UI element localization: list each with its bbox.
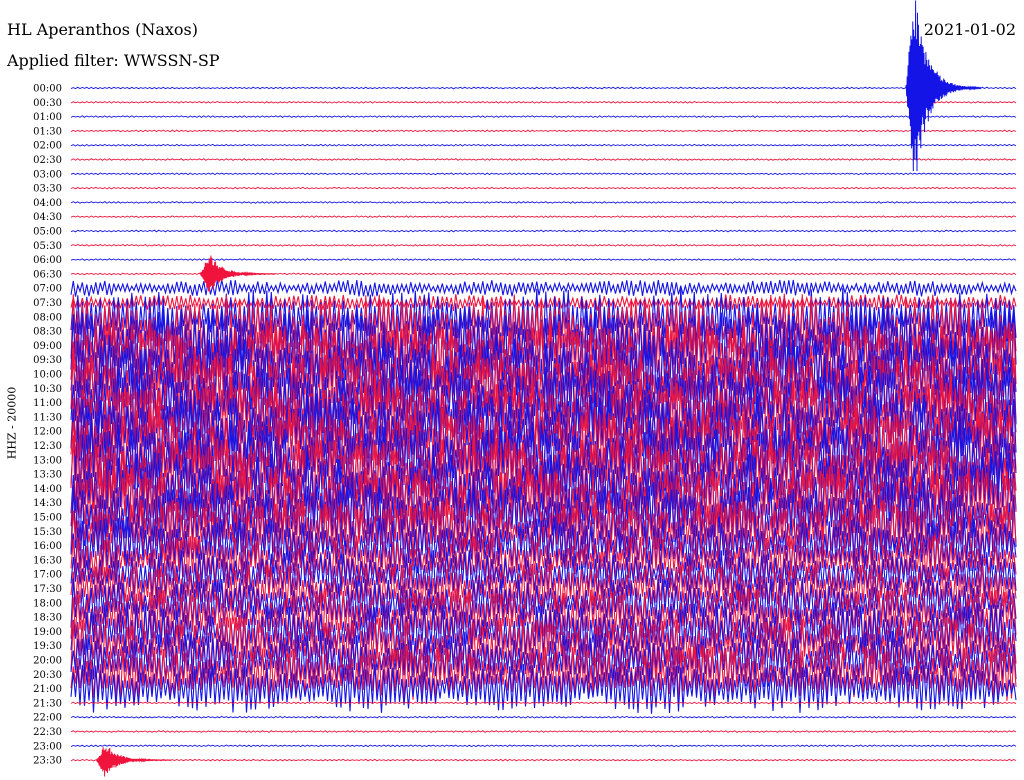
time-label: 15:30 (33, 527, 62, 538)
time-label: 00:00 (33, 84, 62, 95)
earthquake-event-2 (95, 747, 172, 777)
time-label: 03:00 (33, 169, 62, 180)
seismogram-plot: 00:00 00:30 01:00 01:30 02:00 02:30 03:00 03:30… (33, 0, 1017, 777)
time-label: 20:00 (33, 656, 62, 667)
time-label: 09:30 (33, 355, 62, 366)
time-label: 06:00 (33, 255, 62, 266)
time-label: 21:00 (33, 684, 62, 695)
time-label: 19:30 (33, 641, 62, 652)
time-label: 15:00 (33, 513, 62, 524)
time-label: 02:30 (33, 155, 62, 166)
time-label: 00:30 (33, 98, 62, 109)
time-labels: 00:00 00:30 01:00 01:30 02:00 02:30 03:00 03:30… (33, 84, 62, 767)
time-label: 22:30 (33, 727, 62, 738)
trace-row-2300 (70, 744, 1017, 748)
time-label: 12:00 (33, 427, 62, 438)
time-label: 04:00 (33, 198, 62, 209)
time-label: 16:00 (33, 541, 62, 552)
trace-row-0030 (70, 100, 1017, 104)
time-label: 08:00 (33, 312, 62, 323)
time-label: 23:00 (33, 741, 62, 752)
time-label: 05:30 (33, 241, 62, 252)
trace-row-0330 (70, 186, 1017, 190)
time-label: 10:00 (33, 370, 62, 381)
trace-row-0230 (70, 158, 1017, 161)
trace-row-2200 (70, 715, 1017, 719)
time-label: 02:00 (33, 141, 62, 152)
time-label: 21:30 (33, 698, 62, 709)
time-label: 05:00 (33, 227, 62, 238)
time-label: 19:00 (33, 627, 62, 638)
time-label: 23:30 (33, 756, 62, 767)
trace-row-0200 (70, 143, 1017, 147)
trace-row-2330 (70, 758, 1017, 762)
time-label: 01:30 (33, 126, 62, 137)
time-label: 03:30 (33, 184, 62, 195)
time-label: 12:30 (33, 441, 62, 452)
time-label: 17:00 (33, 570, 62, 581)
time-label: 14:00 (33, 484, 62, 495)
time-label: 18:00 (33, 598, 62, 609)
time-label: 07:30 (33, 298, 62, 309)
trace-row-2230 (70, 730, 1017, 733)
trace-row-0530 (70, 243, 1017, 247)
trace-row-0100 (70, 115, 1017, 118)
time-label: 20:30 (33, 670, 62, 681)
earthquake-event-1 (199, 255, 276, 292)
time-label: 09:00 (33, 341, 62, 352)
time-label: 13:00 (33, 455, 62, 466)
trace-row-0400 (70, 201, 1017, 204)
time-label: 11:00 (33, 398, 62, 409)
trace-row-0430 (70, 215, 1017, 219)
time-label: 10:30 (33, 384, 62, 395)
time-label: 06:30 (33, 269, 62, 280)
time-label: 13:30 (33, 470, 62, 481)
time-label: 14:30 (33, 498, 62, 509)
time-label: 17:30 (33, 584, 62, 595)
trace-row-0130 (70, 129, 1017, 133)
time-label: 11:30 (33, 412, 62, 423)
time-label: 08:30 (33, 327, 62, 338)
trace-row-0600 (70, 258, 1017, 261)
time-label: 18:30 (33, 613, 62, 624)
time-label: 07:00 (33, 284, 62, 295)
time-label: 16:30 (33, 555, 62, 566)
trace-group (70, 0, 1017, 777)
trace-row-0500 (70, 229, 1017, 233)
trace-row-0300 (70, 172, 1017, 176)
time-label: 01:00 (33, 112, 62, 123)
trace-row-0000 (70, 86, 1017, 90)
time-label: 04:30 (33, 212, 62, 223)
time-label: 22:00 (33, 713, 62, 724)
